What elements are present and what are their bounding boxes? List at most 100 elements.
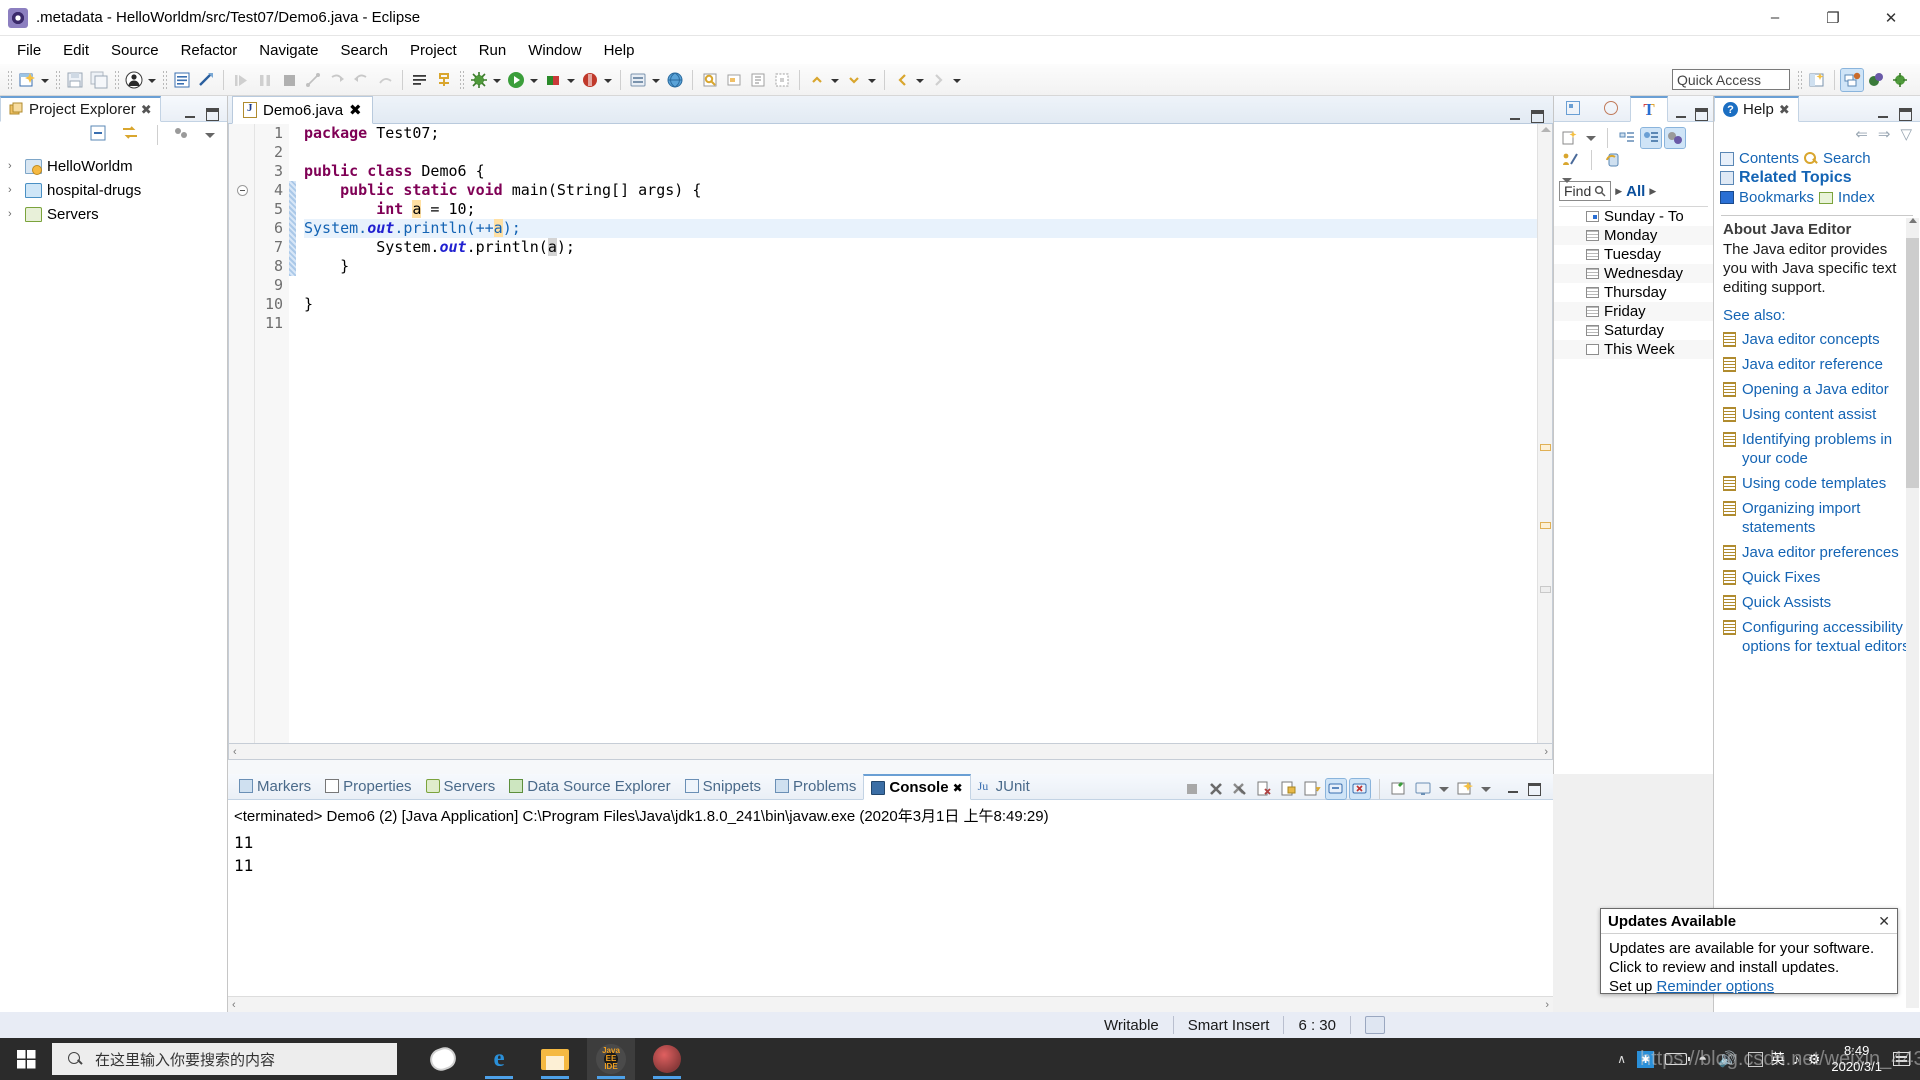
resume-icon[interactable] — [230, 69, 252, 91]
code-line[interactable]: System.out.println(a); — [304, 238, 1537, 257]
clear-console-icon[interactable] — [1254, 779, 1274, 799]
scroll-left-icon[interactable]: ‹ — [232, 999, 236, 1011]
minimize-icon[interactable] — [1675, 108, 1688, 121]
task-day-row[interactable]: Sunday - To — [1554, 207, 1713, 226]
task-day-row[interactable]: Monday — [1554, 226, 1713, 245]
taskbar-search-input[interactable]: 在这里输入你要搜索的内容 — [52, 1043, 397, 1075]
code-line[interactable]: System.out.println(++a); — [304, 219, 1537, 238]
code-content[interactable]: package Test07; public class Demo6 { pub… — [296, 124, 1537, 743]
pin-console-icon[interactable] — [1389, 779, 1409, 799]
globe-icon[interactable] — [664, 69, 686, 91]
taskbar-app-photos[interactable] — [643, 1038, 691, 1080]
menu-file[interactable]: File — [6, 39, 52, 62]
menu-window[interactable]: Window — [517, 39, 592, 62]
help-see-also-item[interactable]: Using code templates — [1723, 474, 1912, 493]
tab-outline[interactable] — [1554, 95, 1592, 121]
taskbar-app-edge[interactable]: e — [475, 1038, 523, 1080]
expand-twisty-icon[interactable]: › — [8, 160, 20, 172]
open-task-icon[interactable] — [171, 69, 193, 91]
maximize-icon[interactable] — [1531, 110, 1544, 123]
terminate-icon[interactable] — [1182, 779, 1202, 799]
open-type-icon[interactable] — [409, 69, 431, 91]
show-console-output-icon[interactable] — [1325, 778, 1347, 800]
help-see-also-item[interactable]: Configuring accessibility options for te… — [1723, 618, 1912, 656]
menu-edit[interactable]: Edit — [52, 39, 100, 62]
close-icon[interactable]: ✕ — [1878, 913, 1890, 930]
scroll-right-icon[interactable]: › — [1544, 746, 1548, 758]
new-java-class-icon[interactable] — [433, 69, 455, 91]
menu-project[interactable]: Project — [399, 39, 468, 62]
help-see-also-item[interactable]: Using content assist — [1723, 405, 1912, 424]
close-icon[interactable]: ✖ — [1779, 102, 1790, 118]
editor-horizontal-scrollbar[interactable]: ‹ › — [228, 744, 1553, 760]
occurrence-marker[interactable] — [1540, 444, 1551, 451]
help-link-related-topics[interactable]: Related Topics — [1739, 169, 1852, 187]
remove-all-launches-icon[interactable] — [1230, 779, 1250, 799]
occurrence-marker[interactable] — [1540, 586, 1551, 593]
dropdown-caret-icon[interactable] — [1437, 783, 1451, 795]
help-see-also-item[interactable]: Organizing import statements — [1723, 499, 1912, 537]
link-with-editor-icon[interactable] — [121, 124, 143, 146]
scroll-right-icon[interactable]: › — [1545, 999, 1549, 1011]
minimize-icon[interactable] — [1509, 110, 1522, 123]
run-external-tools-icon[interactable] — [542, 69, 564, 91]
menu-navigate[interactable]: Navigate — [248, 39, 329, 62]
person-filter-icon[interactable] — [1560, 150, 1580, 170]
expand-twisty-icon[interactable]: › — [8, 184, 20, 196]
ime-settings-icon[interactable]: ⚙ — [1808, 1051, 1821, 1068]
occurrence-marker[interactable] — [1540, 522, 1551, 529]
help-scrollbar[interactable] — [1906, 218, 1919, 1008]
help-see-also-item[interactable]: Java editor preferences — [1723, 543, 1912, 562]
code-line[interactable] — [304, 276, 1537, 295]
deactivate-task-icon[interactable] — [195, 69, 217, 91]
coverage-icon[interactable] — [579, 69, 601, 91]
minimize-button[interactable]: – — [1746, 0, 1804, 36]
synchronize-icon[interactable] — [1603, 150, 1623, 170]
back-dropdown-icon[interactable] — [914, 69, 925, 91]
external-tools-dropdown-icon[interactable] — [565, 69, 576, 91]
battery-icon[interactable] — [1665, 1053, 1691, 1065]
disconnect-icon[interactable] — [302, 69, 324, 91]
action-center-icon[interactable] — [1893, 1052, 1910, 1066]
new-server-dropdown-icon[interactable] — [650, 69, 661, 91]
close-button[interactable]: ✕ — [1862, 0, 1920, 36]
save-all-icon[interactable] — [88, 69, 110, 91]
task-day-row[interactable]: Saturday — [1554, 321, 1713, 340]
code-line[interactable]: int a = 10; — [304, 200, 1537, 219]
collapse-all-icon[interactable] — [89, 124, 111, 146]
close-icon[interactable]: ✖ — [141, 102, 152, 118]
back-icon[interactable] — [891, 69, 913, 91]
run-icon[interactable] — [505, 69, 527, 91]
scroll-left-icon[interactable]: ‹ — [233, 746, 237, 758]
save-icon[interactable] — [64, 69, 86, 91]
code-line[interactable]: } — [304, 295, 1537, 314]
forward-icon[interactable] — [928, 69, 950, 91]
build-status-icon[interactable] — [1364, 1016, 1385, 1034]
categorize-icon[interactable] — [1617, 128, 1637, 148]
menu-search[interactable]: Search — [329, 39, 399, 62]
code-line[interactable]: package Test07; — [304, 124, 1537, 143]
console-horizontal-scrollbar[interactable]: ‹ › — [228, 996, 1553, 1012]
tab-demo6-java[interactable]: Demo6.java ✖ — [232, 96, 373, 124]
new-task-icon[interactable] — [1560, 128, 1580, 148]
console-body[interactable]: <terminated> Demo6 (2) [Java Application… — [228, 800, 1553, 877]
code-line[interactable] — [304, 143, 1537, 162]
taskbar-app-file-explorer[interactable] — [531, 1038, 579, 1080]
menu-source[interactable]: Source — [100, 39, 170, 62]
show-whitespace-icon[interactable] — [747, 69, 769, 91]
forward-icon[interactable]: ⇒ — [1878, 125, 1891, 143]
toggle-mark-occurrences-icon[interactable] — [723, 69, 745, 91]
step-over-icon[interactable] — [350, 69, 372, 91]
java-ee-perspective-icon[interactable] — [1840, 67, 1864, 92]
task-day-row[interactable]: Wednesday — [1554, 264, 1713, 283]
help-see-also-item[interactable]: Quick Assists — [1723, 593, 1912, 612]
console-tab-data-source-explorer[interactable]: Data Source Explorer — [502, 773, 677, 799]
tray-expand-icon[interactable]: ∧ — [1617, 1052, 1626, 1066]
next-annotation-icon[interactable] — [843, 69, 865, 91]
help-see-also-item[interactable]: Java editor reference — [1723, 355, 1912, 374]
close-icon[interactable]: ✖ — [953, 781, 963, 795]
view-menu-icon[interactable]: ▽ — [1900, 125, 1912, 143]
tree-item-helloworldm[interactable]: › HelloWorldm — [0, 154, 227, 178]
maximize-icon[interactable] — [1528, 782, 1541, 796]
maximize-icon[interactable] — [1899, 108, 1912, 121]
